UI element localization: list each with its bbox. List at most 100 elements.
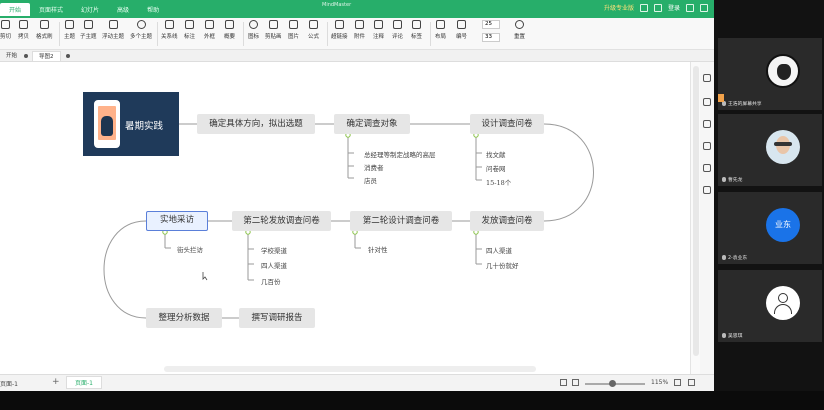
calendar-icon[interactable]	[703, 164, 711, 172]
subtopic-leaf[interactable]: 街头拦访	[177, 244, 203, 254]
fullscreen-icon[interactable]	[572, 379, 579, 386]
tool-label: 多个主题	[130, 34, 153, 40]
boundary-button[interactable]: 外框	[204, 20, 215, 40]
font-size-input[interactable]: 25	[482, 20, 500, 29]
topic-write-report[interactable]: 撰写调研报告	[239, 308, 315, 328]
phone-hand-icon	[94, 100, 120, 148]
tag-icon	[412, 20, 421, 29]
multi-topic-button[interactable]: 多个主题	[130, 20, 152, 40]
subtopic-leaf[interactable]: 四人渠道	[486, 245, 512, 255]
page-selector[interactable]: 页面-1	[0, 379, 18, 388]
layout-button[interactable]: 布局	[435, 20, 446, 40]
tab-dot-icon	[24, 54, 28, 58]
topic-distribute-questionnaire[interactable]: 发放调查问卷	[470, 211, 544, 231]
subtopic-leaf[interactable]: 找文献	[486, 149, 506, 159]
root-topic[interactable]: 暑期实践	[83, 92, 179, 156]
font-size-input-2[interactable]: 33	[482, 33, 500, 42]
settings-icon[interactable]	[653, 3, 662, 12]
topic-second-distribute[interactable]: 第二轮发放调查问卷	[232, 211, 331, 231]
add-page-button[interactable]: +	[52, 377, 60, 387]
full-view-icon[interactable]	[688, 379, 695, 386]
subtopic-leaf[interactable]: 几百份	[261, 276, 281, 286]
subtopic-button[interactable]: 子主题	[80, 20, 97, 40]
upgrade-link[interactable]: 升级专业版	[604, 3, 634, 12]
subtopic-leaf[interactable]: 学校渠道	[261, 245, 287, 255]
zoom-slider[interactable]	[585, 380, 645, 387]
participant-tile-1[interactable]: 王浩的屏幕共享	[718, 38, 822, 110]
icon-button[interactable]: 图标	[248, 20, 259, 40]
tag-button[interactable]: 标签	[411, 20, 422, 40]
participant-tile-3[interactable]: 业东 2-袁业东	[718, 192, 822, 264]
style-icon[interactable]	[703, 98, 711, 106]
callout-button[interactable]: 标注	[184, 20, 195, 40]
participant-tile-4[interactable]: 吴思琪	[718, 270, 822, 342]
subtopic-leaf[interactable]: 15-18个	[486, 177, 511, 187]
summary-icon	[225, 20, 234, 29]
subtopic-leaf[interactable]: 总经理等制定战略的高层	[364, 149, 436, 159]
fit-icon[interactable]	[560, 379, 567, 386]
close-icon[interactable]	[700, 3, 708, 12]
hand-icon	[101, 116, 113, 136]
vertical-scrollbar[interactable]	[690, 62, 700, 374]
floating-topic-button[interactable]: 浮动主题	[102, 20, 124, 40]
default-avatar	[766, 286, 800, 320]
hyperlink-button[interactable]: 超链接	[331, 20, 348, 40]
participant-tile-2[interactable]: 曹先龙	[718, 114, 822, 186]
subtopic-leaf[interactable]: 问卷网	[486, 163, 506, 173]
login-link[interactable]: 登录	[668, 3, 680, 12]
menu-tab-page-style[interactable]: 页面样式	[30, 3, 72, 16]
doc-tab-start[interactable]: 开始	[0, 51, 23, 61]
participant-name: 吴思琪	[722, 332, 742, 339]
menu-tab-advanced[interactable]: 高级	[108, 3, 138, 16]
note-button[interactable]: 注释	[373, 20, 384, 40]
subtopic-leaf[interactable]: 四人渠道	[261, 260, 287, 270]
format-painter-button[interactable]: 格式刷	[36, 20, 53, 40]
reset-button[interactable]: 重置	[514, 20, 525, 40]
status-bar: 页面-1 + 页面-1 115%	[0, 374, 714, 391]
meeting-panel: 王浩的屏幕共享 曹先龙 业东 2-袁业东 吴思琪	[714, 0, 824, 410]
summary-button[interactable]: 概要	[224, 20, 235, 40]
topic-determine-target[interactable]: 确定调查对象	[334, 114, 410, 134]
horizontal-scrollbar[interactable]	[164, 366, 536, 372]
tool-label: 图标	[248, 34, 260, 40]
topic-button[interactable]: 主题	[64, 20, 75, 40]
menu-tab-slides[interactable]: 幻灯片	[72, 3, 108, 16]
subtopic-leaf[interactable]: 针对性	[368, 244, 388, 254]
minimize-icon[interactable]	[686, 3, 694, 12]
document-tabs: 开始 导图2	[0, 50, 714, 62]
expand-icon[interactable]	[674, 379, 681, 386]
image-button[interactable]: 图片	[288, 20, 299, 40]
zoom-knob[interactable]	[609, 380, 616, 387]
tool-label: 外框	[204, 34, 216, 40]
relation-button[interactable]: 关系线	[161, 20, 178, 40]
topic-second-design[interactable]: 第二轮设计调查问卷	[350, 211, 452, 231]
subtopic-leaf[interactable]: 消费者	[364, 162, 384, 172]
formula-button[interactable]: 公式	[308, 20, 319, 40]
numbering-button[interactable]: 编号	[456, 20, 467, 40]
clipart-panel-icon[interactable]	[703, 142, 711, 150]
scroll-thumb[interactable]	[693, 66, 699, 356]
cut-button[interactable]: 剪切	[0, 20, 11, 40]
subtopic-leaf[interactable]: 店员	[364, 175, 377, 185]
image-panel-icon[interactable]	[703, 120, 711, 128]
mindmap-canvas[interactable]: 暑期实践 确定具体方向，拟出选题 确定调查对象 设计调查问卷 发放调查问卷 第二…	[0, 62, 714, 374]
doc-tab-map2[interactable]: 导图2	[32, 51, 61, 61]
copy-button[interactable]: 拷贝	[18, 20, 29, 40]
share-icon[interactable]	[639, 3, 648, 12]
topic-analyze-data[interactable]: 整理分析数据	[146, 308, 222, 328]
comment-button[interactable]: 评论	[392, 20, 403, 40]
ribbon-toolbar: 剪切 拷贝 格式刷 主题 子主题 浮动主题 多个主题 关系线 标注 外框 概要 …	[0, 18, 714, 50]
attachment-button[interactable]: 附件	[354, 20, 365, 40]
page-tab[interactable]: 页面-1	[66, 376, 102, 389]
subtopic-leaf[interactable]: 几十份就好	[486, 260, 519, 270]
text-avatar: 业东	[766, 208, 800, 242]
menu-tab-help[interactable]: 帮助	[138, 3, 168, 16]
topic-choose-direction[interactable]: 确定具体方向，拟出选题	[197, 114, 315, 134]
clipart-button[interactable]: 剪贴画	[265, 20, 282, 40]
tool-label: 公式	[308, 34, 320, 40]
topic-design-questionnaire[interactable]: 设计调查问卷	[470, 114, 544, 134]
menu-tab-start[interactable]: 开始	[0, 3, 31, 16]
format-icon[interactable]	[703, 74, 711, 82]
topic-field-interview[interactable]: 实地采访	[146, 211, 208, 231]
outline-icon[interactable]	[703, 186, 711, 194]
